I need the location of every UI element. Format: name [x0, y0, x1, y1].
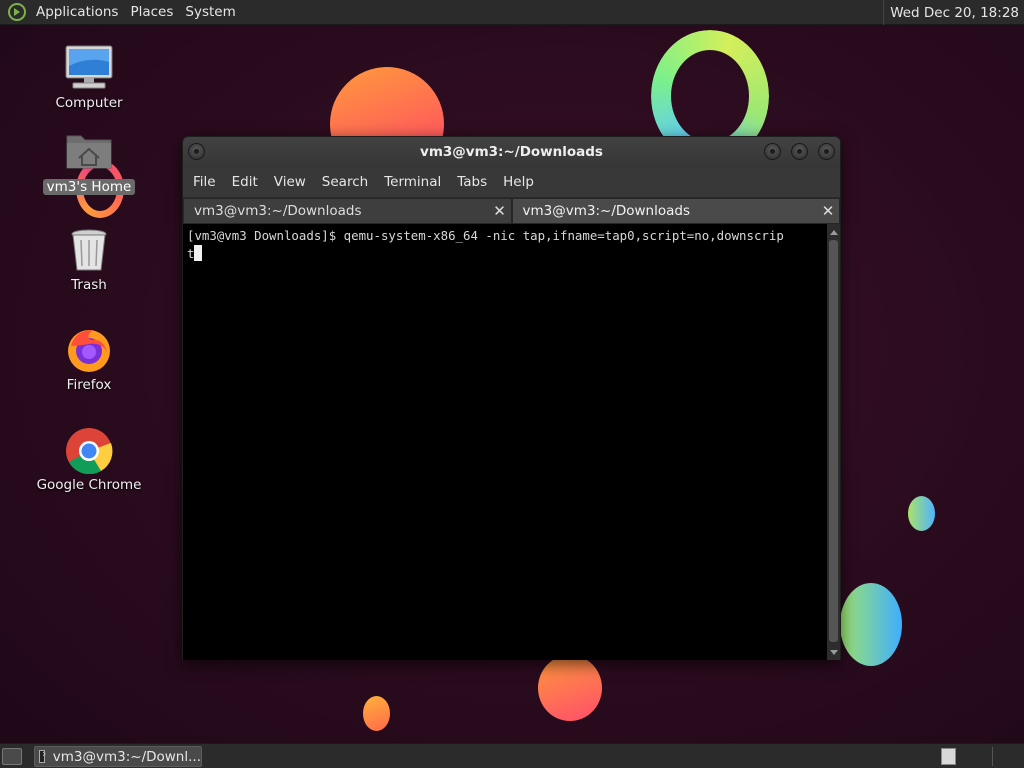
menu-view[interactable]: View: [268, 174, 312, 190]
desktop-icon-label: Trash: [71, 277, 107, 293]
home-folder-icon: [63, 128, 115, 176]
show-desktop-icon[interactable]: [2, 748, 22, 765]
firefox-icon: [63, 326, 115, 374]
menu-places[interactable]: Places: [124, 4, 179, 20]
scrollbar-thumb[interactable]: [829, 240, 838, 642]
workspace-switcher[interactable]: [941, 748, 956, 765]
menu-edit[interactable]: Edit: [226, 174, 264, 190]
wallpaper-large-blob: [840, 583, 902, 666]
menu-tabs[interactable]: Tabs: [451, 174, 493, 190]
distro-logo-icon[interactable]: [8, 3, 26, 21]
desktop-icon-home[interactable]: vm3's Home: [34, 128, 144, 195]
window-menu-button[interactable]: [188, 143, 205, 160]
desktop-icon-firefox[interactable]: Firefox: [34, 326, 144, 393]
desktop-icon-label: Google Chrome: [36, 477, 142, 493]
tab-label: vm3@vm3:~/Downloads: [522, 203, 691, 219]
terminal-line-2: t: [187, 246, 195, 261]
tab-label: vm3@vm3:~/Downloads: [194, 203, 362, 219]
wallpaper-small-blob: [908, 496, 935, 531]
taskbar-item-terminal[interactable]: vm3@vm3:~/Downl...: [34, 746, 202, 767]
desktop-icon-trash[interactable]: Trash: [34, 226, 144, 293]
terminal-window[interactable]: vm3@vm3:~/Downloads File Edit View Searc…: [182, 136, 841, 660]
terminal-text: [vm3@vm3 Downloads]$ qemu-system-x86_64 …: [187, 227, 827, 263]
wallpaper-orange-bottom: [538, 655, 602, 721]
scroll-up-icon[interactable]: [830, 230, 838, 235]
tray-separator: [992, 747, 993, 766]
tab-close-icon[interactable]: ✕: [820, 203, 836, 219]
tab-2[interactable]: vm3@vm3:~/Downloads ✕: [511, 198, 840, 224]
desktop-icon-computer[interactable]: Computer: [34, 44, 144, 111]
minimize-button[interactable]: [764, 143, 781, 160]
menu-terminal[interactable]: Terminal: [378, 174, 447, 190]
text-cursor: [194, 245, 203, 261]
close-button[interactable]: [818, 143, 835, 160]
wallpaper-orange-tiny: [363, 696, 390, 731]
clock[interactable]: Wed Dec 20, 18:28: [883, 0, 1024, 25]
chrome-icon: [63, 426, 115, 475]
terminal-line-1: [vm3@vm3 Downloads]$ qemu-system-x86_64 …: [187, 228, 784, 243]
computer-icon: [63, 44, 115, 92]
tab-close-icon[interactable]: ✕: [492, 203, 508, 219]
desktop-icon-label: Computer: [55, 95, 123, 111]
menu-system[interactable]: System: [179, 4, 241, 20]
tab-bar: vm3@vm3:~/Downloads ✕ vm3@vm3:~/Download…: [183, 197, 840, 224]
terminal-icon: [39, 747, 46, 763]
bottom-panel: vm3@vm3:~/Downl...: [0, 743, 1024, 768]
maximize-button[interactable]: [791, 143, 808, 160]
window-menubar: File Edit View Search Terminal Tabs Help: [183, 167, 840, 197]
desktop-icon-label: vm3's Home: [42, 179, 136, 195]
menu-search[interactable]: Search: [316, 174, 374, 190]
tab-1[interactable]: vm3@vm3:~/Downloads ✕: [183, 198, 512, 224]
menu-applications[interactable]: Applications: [30, 4, 124, 20]
terminal-output[interactable]: [vm3@vm3 Downloads]$ qemu-system-x86_64 …: [183, 224, 840, 660]
menu-help[interactable]: Help: [497, 174, 540, 190]
window-titlebar[interactable]: vm3@vm3:~/Downloads: [183, 137, 840, 167]
taskbar-item-label: vm3@vm3:~/Downl...: [52, 748, 201, 765]
desktop-icon-chrome[interactable]: Google Chrome: [34, 426, 144, 493]
terminal-scrollbar[interactable]: [827, 224, 840, 660]
window-title: vm3@vm3:~/Downloads: [420, 144, 603, 160]
menu-file[interactable]: File: [187, 174, 222, 190]
top-panel: Applications Places System Wed Dec 20, 1…: [0, 0, 1024, 25]
scroll-down-icon[interactable]: [830, 650, 838, 655]
trash-icon: [63, 226, 115, 274]
desktop-icon-label: Firefox: [66, 377, 112, 393]
